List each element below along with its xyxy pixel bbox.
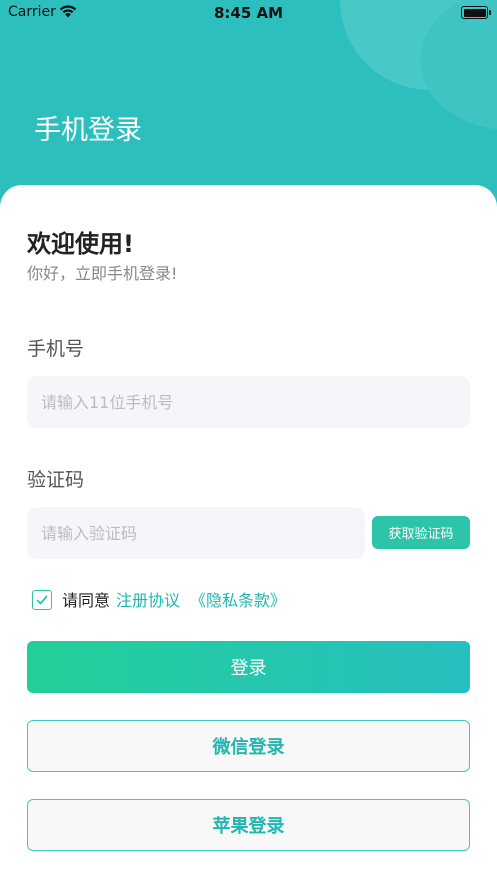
agree-checkbox[interactable] — [32, 590, 52, 610]
apple-login-button[interactable]: 苹果登录 — [27, 799, 470, 851]
status-bar: Carrier 8:45 AM — [0, 0, 497, 26]
agree-text: 请同意 — [62, 591, 111, 610]
status-time: 8:45 AM — [213, 4, 284, 22]
welcome-title: 欢迎使用! — [27, 230, 134, 258]
battery-icon — [461, 6, 488, 19]
phone-label: 手机号 — [27, 338, 85, 360]
agreement-row: 请同意 注册协议 《隐私条款》 — [32, 588, 296, 610]
code-input[interactable] — [27, 507, 365, 559]
battery-tip — [489, 10, 491, 15]
wechat-login-button[interactable]: 微信登录 — [27, 720, 470, 772]
terms-link[interactable]: 注册协议 — [116, 587, 180, 611]
login-button[interactable]: 登录 — [27, 641, 470, 693]
checkmark-icon — [36, 595, 48, 605]
privacy-link[interactable]: 《隐私条款》 — [190, 587, 286, 611]
page-title: 手机登录 — [34, 115, 142, 146]
code-label: 验证码 — [27, 469, 85, 491]
phone-input[interactable] — [27, 376, 470, 428]
get-code-button[interactable]: 获取验证码 — [372, 516, 470, 549]
welcome-subtitle: 你好，立即手机登录! — [27, 264, 178, 283]
